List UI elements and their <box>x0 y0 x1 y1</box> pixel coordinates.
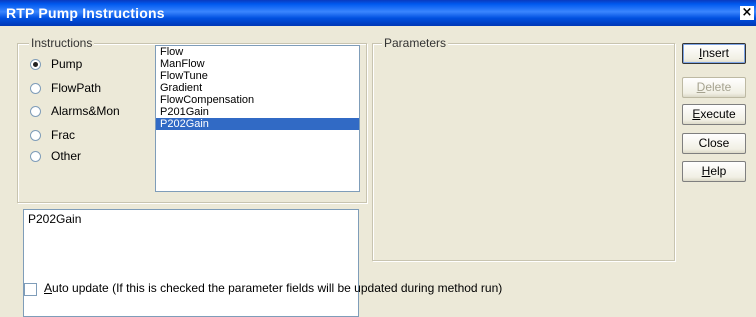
list-item-p202gain-selected[interactable]: P202Gain <box>156 118 359 130</box>
delete-button-mnemonic: D <box>696 80 706 94</box>
parameters-group-label: Parameters <box>382 36 449 50</box>
list-item-p201gain[interactable]: P201Gain <box>156 106 359 118</box>
list-item-flowcompensation[interactable]: FlowCompensation <box>156 94 359 106</box>
radio-pump[interactable]: Pump <box>30 56 82 72</box>
radio-flowpath-button[interactable] <box>30 82 41 94</box>
instruction-text-value: P202Gain <box>28 212 82 226</box>
list-item-flowtune[interactable]: FlowTune <box>156 70 359 82</box>
instruction-listbox[interactable]: Flow ManFlow FlowTune Gradient FlowCompe… <box>155 45 360 192</box>
execute-button[interactable]: Execute <box>682 104 746 125</box>
instruction-text-field[interactable]: P202Gain <box>23 209 359 317</box>
radio-other-label: Other <box>51 149 82 163</box>
execute-button-label: xecute <box>700 107 736 121</box>
help-button-label: elp <box>710 164 727 178</box>
close-button[interactable]: Close <box>682 133 746 154</box>
help-button[interactable]: Help <box>682 161 746 182</box>
close-icon[interactable]: × <box>740 6 754 20</box>
delete-button[interactable]: Delete <box>682 77 746 98</box>
instructions-group-label: Instructions <box>29 36 95 50</box>
list-item-gradient[interactable]: Gradient <box>156 82 359 94</box>
close-button-label: Close <box>698 136 730 150</box>
radio-other-button[interactable] <box>30 150 41 162</box>
auto-update-label-text: uto update (If this is checked the param… <box>52 281 503 295</box>
parameters-group <box>372 43 675 261</box>
radio-alarms-mon[interactable]: Alarms&Mon <box>30 103 120 119</box>
radio-pump-label: Pump <box>51 57 83 71</box>
radio-pump-button[interactable] <box>30 58 41 70</box>
radio-flowpath-label: FlowPath <box>51 81 102 95</box>
radio-flowpath[interactable]: FlowPath <box>30 80 101 96</box>
window-title: RTP Pump Instructions <box>6 5 165 21</box>
list-item-flow[interactable]: Flow <box>156 46 359 58</box>
auto-update-checkbox[interactable] <box>24 283 37 296</box>
auto-update-label[interactable]: Auto update (If this is checked the para… <box>44 281 502 295</box>
auto-update-mnemonic: A <box>44 281 53 295</box>
radio-other[interactable]: Other <box>30 148 81 164</box>
radio-alarms-mon-label: Alarms&Mon <box>51 104 120 118</box>
radio-frac[interactable]: Frac <box>30 127 75 143</box>
insert-button-label: nsert <box>702 46 730 60</box>
radio-frac-button[interactable] <box>30 129 41 141</box>
radio-alarms-mon-button[interactable] <box>30 105 41 117</box>
radio-frac-label: Frac <box>51 128 75 142</box>
insert-button[interactable]: Insert <box>682 43 746 64</box>
delete-button-label: elete <box>705 80 732 94</box>
title-bar: RTP Pump Instructions × <box>0 0 756 26</box>
list-item-manflow[interactable]: ManFlow <box>156 58 359 70</box>
